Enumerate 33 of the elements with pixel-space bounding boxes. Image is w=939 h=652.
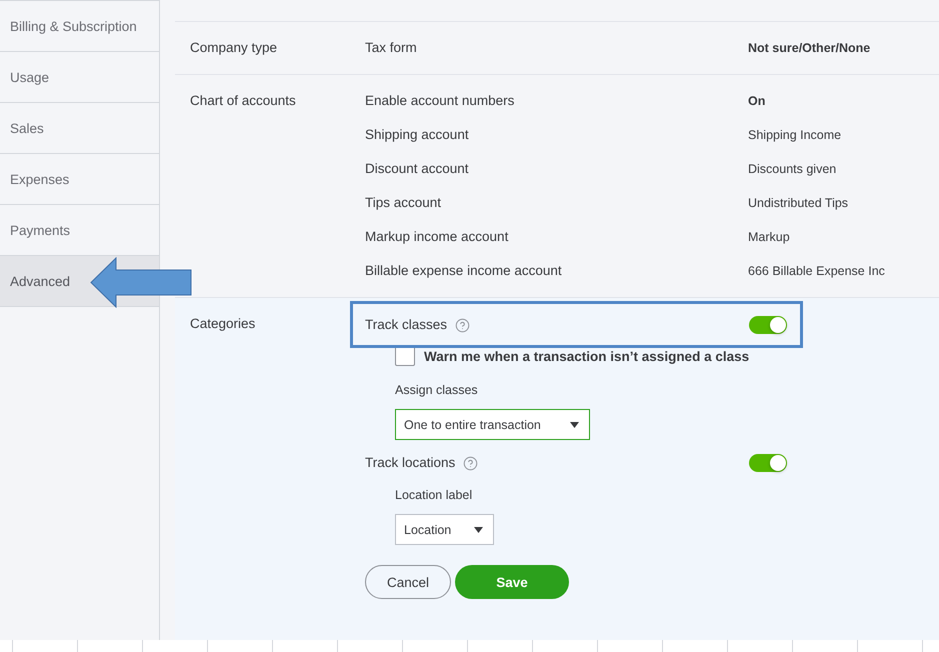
setting-label: Discount account xyxy=(365,160,470,178)
setting-label: Shipping account xyxy=(365,126,470,144)
caret-icon xyxy=(474,526,483,532)
setting-value: Markup xyxy=(748,229,791,246)
setting-label: Tips account xyxy=(365,194,442,212)
setting-value: Shipping Income xyxy=(748,127,842,144)
checkbox-label: Warn me when a transaction isn’t assigned a class xyxy=(424,348,750,364)
setting-value: On xyxy=(748,93,766,110)
dropdown[interactable]: One to entire transaction xyxy=(395,409,590,440)
field-label: Location label xyxy=(395,488,474,502)
setting-label: Track classes xyxy=(365,316,448,334)
setting-label: Billable expense income account xyxy=(365,262,563,280)
section-title: Company type xyxy=(189,39,278,57)
toggle-switch[interactable] xyxy=(749,454,787,472)
caret-icon xyxy=(570,422,579,428)
setting-label: Track locations xyxy=(365,454,456,472)
section-title: Categories xyxy=(189,315,256,333)
setting-value: 666 Billable Expense Inc xyxy=(748,263,886,280)
toggle-switch[interactable] xyxy=(749,316,787,334)
field-label: Assign classes xyxy=(395,383,479,397)
setting-value: Undistributed Tips xyxy=(748,195,850,212)
help-icon[interactable] xyxy=(455,318,470,332)
dropdown[interactable]: Location xyxy=(395,514,494,545)
setting-label: Markup income account xyxy=(365,228,510,246)
setting-value: Not sure/Other/None xyxy=(748,40,872,57)
cancel-button[interactable]: Cancel xyxy=(365,565,451,599)
help-icon[interactable] xyxy=(463,456,478,470)
setting-label: Enable account numbers xyxy=(365,92,516,110)
save-button[interactable]: Save xyxy=(455,565,569,599)
setting-label: Tax form xyxy=(365,39,418,57)
section-title: Chart of accounts xyxy=(189,92,297,110)
checkbox[interactable] xyxy=(395,346,415,366)
setting-value: Discounts given xyxy=(748,161,838,178)
